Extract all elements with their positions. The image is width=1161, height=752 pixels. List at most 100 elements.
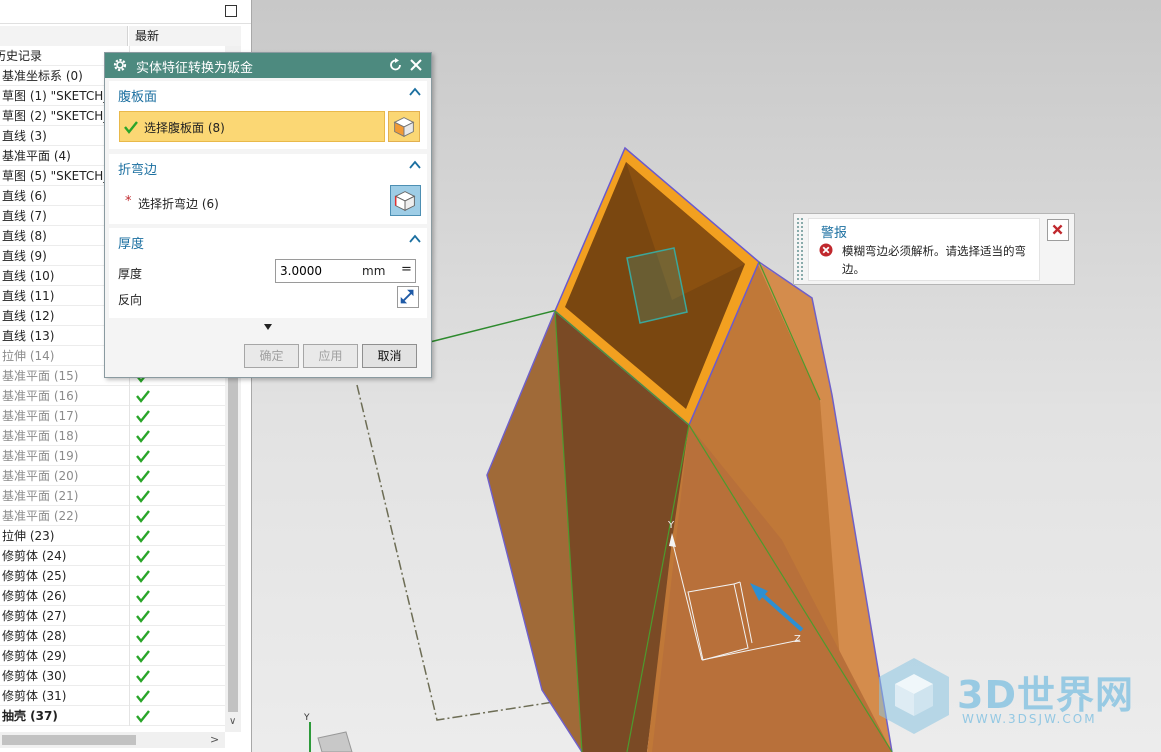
- reset-icon[interactable]: [388, 57, 404, 73]
- face-select-button[interactable]: [388, 111, 420, 142]
- tree-node[interactable]: 修剪体 (25): [0, 566, 225, 586]
- scroll-down-icon[interactable]: ∨: [229, 716, 236, 727]
- tree-node-label: 抽壳 (37): [2, 709, 58, 723]
- checkmark-icon: [136, 610, 150, 623]
- checkmark-icon: [136, 570, 150, 583]
- checkmark-icon: [136, 430, 150, 443]
- tree-node-label: 历史记录: [0, 49, 43, 63]
- checkmark-icon: [136, 390, 150, 403]
- checkmark-icon: [136, 670, 150, 683]
- thickness-field: mm =: [275, 259, 416, 283]
- checkmark-icon: [136, 530, 150, 543]
- column-header-latest[interactable]: 最新: [129, 26, 241, 46]
- scrollbar-thumb[interactable]: [2, 735, 136, 745]
- tree-node[interactable]: 基准平面 (22): [0, 506, 225, 526]
- tree-node[interactable]: 修剪体 (30): [0, 666, 225, 686]
- tree-node-label: 基准平面 (17): [2, 409, 79, 423]
- select-web-face-row[interactable]: 选择腹板面 (8): [119, 111, 385, 142]
- reverse-direction-button[interactable]: [397, 286, 419, 308]
- formula-menu-button[interactable]: =: [401, 262, 412, 277]
- expand-down-icon: [264, 324, 272, 330]
- checkmark-icon: [136, 410, 150, 423]
- more-options-toggle[interactable]: [109, 321, 427, 335]
- tree-node[interactable]: 修剪体 (24): [0, 546, 225, 566]
- checkmark-icon: [136, 590, 150, 603]
- alert-body: 警报 模糊弯边必须解析。请选择适当的弯边。: [808, 218, 1040, 281]
- tree-node[interactable]: 修剪体 (31): [0, 686, 225, 706]
- drag-grip[interactable]: [797, 218, 803, 280]
- wcs-y-label: Y: [667, 520, 675, 531]
- thickness-unit: mm: [362, 264, 386, 278]
- web-face-group-header[interactable]: 腹板面: [109, 81, 427, 105]
- checkmark-icon: [136, 630, 150, 643]
- latest-status-cell: [129, 686, 225, 706]
- checkmark-icon: [136, 690, 150, 703]
- tree-node-label: 基准平面 (22): [2, 509, 79, 523]
- collapse-chevron-icon[interactable]: [409, 87, 421, 97]
- tree-node[interactable]: 抽壳 (37): [0, 706, 225, 726]
- convert-to-sheetmetal-dialog: 实体特征转换为钣金 腹板面 选择腹板面 (8) 折弯边 * 选择折弯边 (6) …: [104, 52, 432, 378]
- collapse-chevron-icon[interactable]: [409, 160, 421, 170]
- dialog-title-bar[interactable]: 实体特征转换为钣金: [105, 53, 431, 78]
- watermark-url: WWW.3DSJW.COM: [962, 712, 1097, 726]
- latest-status-cell: [129, 486, 225, 506]
- thickness-group-header[interactable]: 厚度: [109, 228, 427, 252]
- scroll-right-icon[interactable]: >: [210, 733, 219, 746]
- view-triad-cube: [317, 731, 353, 752]
- latest-status-cell: [129, 426, 225, 446]
- tree-node-label: 修剪体 (31): [2, 689, 67, 703]
- tree-node[interactable]: 修剪体 (26): [0, 586, 225, 606]
- checkmark-icon: [124, 121, 138, 134]
- navigator-header: 最新: [0, 26, 241, 46]
- edge-select-button[interactable]: [390, 185, 421, 216]
- tree-node[interactable]: 拉伸 (23): [0, 526, 225, 546]
- checkmark-icon: [136, 470, 150, 483]
- latest-status-cell: [129, 386, 225, 406]
- apply-button[interactable]: 应用: [303, 344, 358, 368]
- latest-status-cell: [129, 566, 225, 586]
- tree-node-label: 修剪体 (30): [2, 669, 67, 683]
- view-triad-y-label: Y: [303, 713, 310, 723]
- tree-node[interactable]: 基准平面 (21): [0, 486, 225, 506]
- maximize-icon[interactable]: [225, 5, 237, 17]
- bend-edge-group-header[interactable]: 折弯边: [109, 154, 427, 178]
- latest-status-cell: [129, 606, 225, 626]
- alert-message: 模糊弯边必须解析。请选择适当的弯边。: [842, 244, 1026, 276]
- collapse-chevron-icon[interactable]: [409, 234, 421, 244]
- ok-button[interactable]: 确定: [244, 344, 299, 368]
- column-header-name[interactable]: [0, 26, 128, 46]
- tree-node[interactable]: 基准平面 (16): [0, 386, 225, 406]
- watermark-logo-icon: [879, 658, 949, 734]
- tree-node-label: 修剪体 (26): [2, 589, 67, 603]
- tree-node[interactable]: 基准平面 (20): [0, 466, 225, 486]
- checkmark-icon: [136, 490, 150, 503]
- latest-status-cell: [129, 666, 225, 686]
- bend-edge-group-title: 折弯边: [118, 163, 158, 178]
- bend-edge-group: 折弯边 * 选择折弯边 (6): [109, 154, 427, 224]
- navigator-horizontal-scrollbar[interactable]: >: [0, 732, 225, 748]
- thickness-group-title: 厚度: [118, 237, 145, 252]
- thickness-input[interactable]: [280, 263, 356, 279]
- cube-edge-icon: [394, 191, 416, 212]
- tree-node[interactable]: 修剪体 (27): [0, 606, 225, 626]
- tree-node[interactable]: 修剪体 (28): [0, 626, 225, 646]
- cancel-button[interactable]: 取消: [362, 344, 417, 368]
- tree-node-label: 拉伸 (23): [2, 529, 55, 543]
- tree-node-label: 修剪体 (28): [2, 629, 67, 643]
- tree-node[interactable]: 基准平面 (19): [0, 446, 225, 466]
- select-bend-edge-label[interactable]: 选择折弯边 (6): [138, 195, 219, 212]
- alert-close-button[interactable]: [1047, 219, 1069, 241]
- tree-node[interactable]: 修剪体 (29): [0, 646, 225, 666]
- tree-node-label: 基准平面 (18): [2, 429, 79, 443]
- tree-node[interactable]: 基准平面 (18): [0, 426, 225, 446]
- latest-status-cell: [129, 406, 225, 426]
- alert-title: 警报: [821, 226, 848, 241]
- cube-face-icon: [393, 117, 415, 138]
- checkmark-icon: [136, 710, 150, 723]
- checkmark-icon: [136, 510, 150, 523]
- tree-node-label: 修剪体 (29): [2, 649, 67, 663]
- latest-status-cell: [129, 526, 225, 546]
- tree-node[interactable]: 基准平面 (17): [0, 406, 225, 426]
- close-icon[interactable]: [408, 57, 424, 73]
- watermark-brand: 3D世界网: [957, 673, 1134, 717]
